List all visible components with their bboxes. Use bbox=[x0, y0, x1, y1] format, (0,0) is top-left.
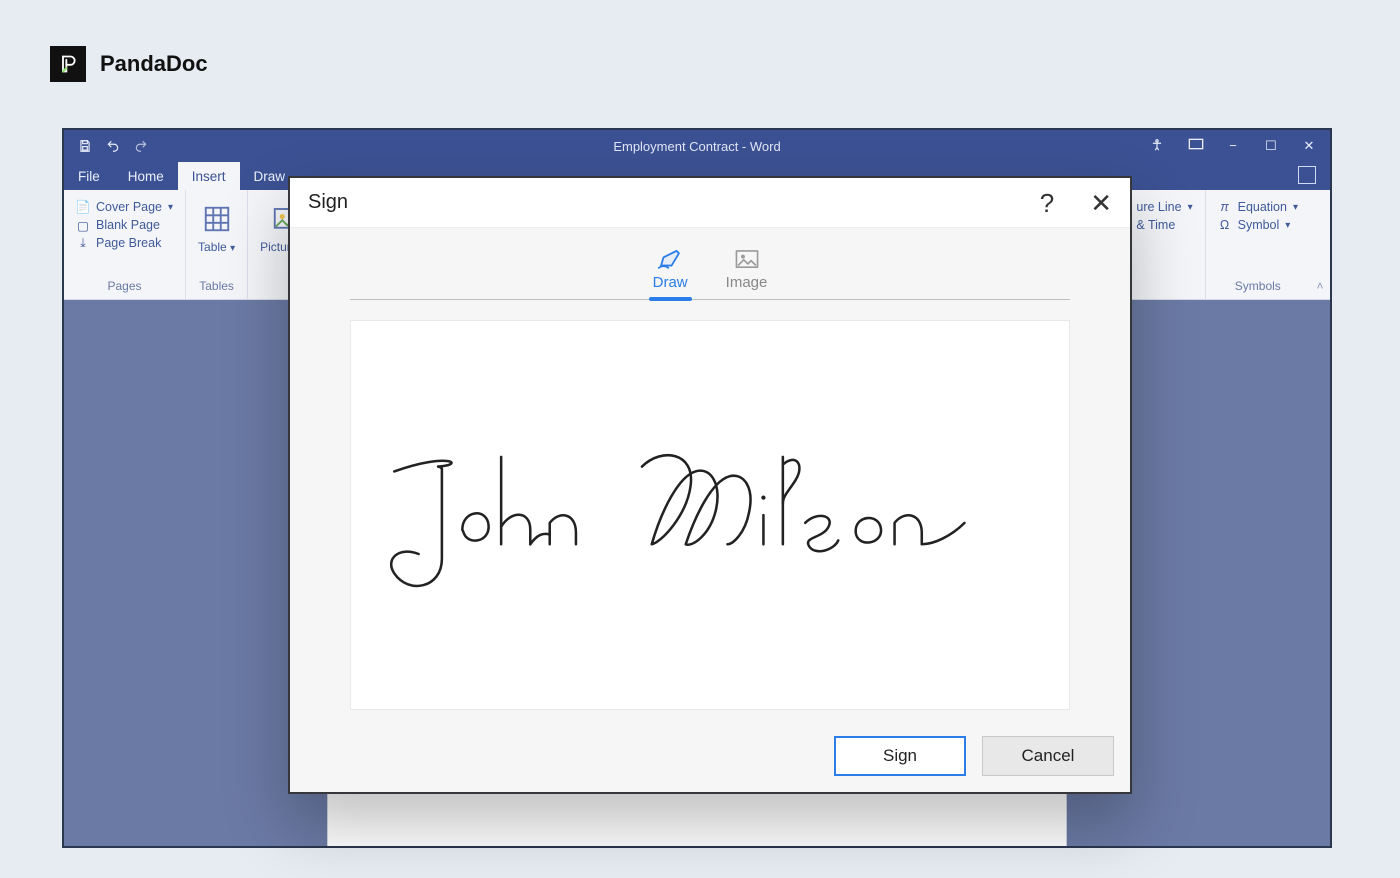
signature-canvas[interactable] bbox=[350, 320, 1070, 710]
cancel-button[interactable]: Cancel bbox=[982, 736, 1114, 776]
word-document-title: Employment Contract - Word bbox=[613, 139, 780, 154]
ribbon-table[interactable]: Table ▾ bbox=[194, 198, 239, 258]
pen-draw-icon bbox=[657, 248, 683, 270]
brand-name: PandaDoc bbox=[100, 51, 208, 77]
ribbon-display-icon[interactable] bbox=[1188, 138, 1202, 155]
menu-tab-file[interactable]: File bbox=[64, 162, 114, 190]
qat-undo-icon[interactable] bbox=[106, 139, 120, 153]
dialog-help-icon[interactable]: ? bbox=[1040, 190, 1054, 216]
window-close-icon[interactable]: ✕ bbox=[1302, 138, 1316, 155]
ribbon-page-break[interactable]: ⤓Page Break bbox=[76, 236, 173, 250]
image-icon bbox=[734, 248, 760, 270]
sign-button[interactable]: Sign bbox=[834, 736, 966, 776]
dialog-tabs: Draw Image bbox=[350, 246, 1070, 300]
ribbon-cover-page[interactable]: 📄Cover Page ▾ bbox=[76, 200, 173, 214]
word-titlebar: Employment Contract - Word − ☐ ✕ bbox=[64, 130, 1330, 162]
pandadoc-logo-icon bbox=[50, 46, 86, 82]
dialog-tab-image[interactable]: Image bbox=[722, 246, 772, 299]
ribbon-collapse-icon[interactable]: ˄ bbox=[1310, 190, 1330, 299]
window-minimize-icon[interactable]: − bbox=[1226, 138, 1240, 155]
dialog-button-row: Sign Cancel bbox=[290, 722, 1130, 792]
menu-tab-home[interactable]: Home bbox=[114, 162, 178, 190]
sign-dialog: Sign ? ✕ Draw bbox=[288, 176, 1132, 794]
ribbon-group-symbols: πEquation ▾ ΩSymbol ▾ Symbols bbox=[1206, 190, 1310, 299]
ribbon-group-title-tables: Tables bbox=[194, 277, 239, 297]
ribbon-group-tables: Table ▾ Tables bbox=[186, 190, 248, 299]
ribbon-group-pages: 📄Cover Page ▾ ▢Blank Page ⤓Page Break Pa… bbox=[64, 190, 186, 299]
ribbon-symbol[interactable]: ΩSymbol ▾ bbox=[1218, 218, 1298, 232]
ribbon-blank-page[interactable]: ▢Blank Page bbox=[76, 218, 173, 232]
dialog-title: Sign bbox=[308, 191, 348, 214]
ribbon-group-title-symbols: Symbols bbox=[1214, 277, 1302, 297]
menu-tab-insert[interactable]: Insert bbox=[178, 162, 240, 190]
qat-redo-icon[interactable] bbox=[134, 139, 148, 153]
dialog-titlebar: Sign ? ✕ bbox=[290, 178, 1130, 228]
dialog-tab-draw[interactable]: Draw bbox=[649, 246, 692, 299]
table-icon bbox=[200, 202, 234, 236]
qat-save-icon[interactable] bbox=[78, 139, 92, 153]
ribbon-group-title-pages: Pages bbox=[72, 277, 177, 297]
dialog-close-icon[interactable]: ✕ bbox=[1090, 190, 1112, 216]
ribbon-equation[interactable]: πEquation ▾ bbox=[1218, 200, 1298, 214]
window-maximize-icon[interactable]: ☐ bbox=[1264, 138, 1278, 155]
signature-drawing bbox=[370, 418, 1050, 612]
share-icon[interactable] bbox=[1298, 166, 1316, 184]
pandadoc-brand: PandaDoc bbox=[50, 46, 208, 82]
accessibility-icon[interactable] bbox=[1150, 138, 1164, 155]
